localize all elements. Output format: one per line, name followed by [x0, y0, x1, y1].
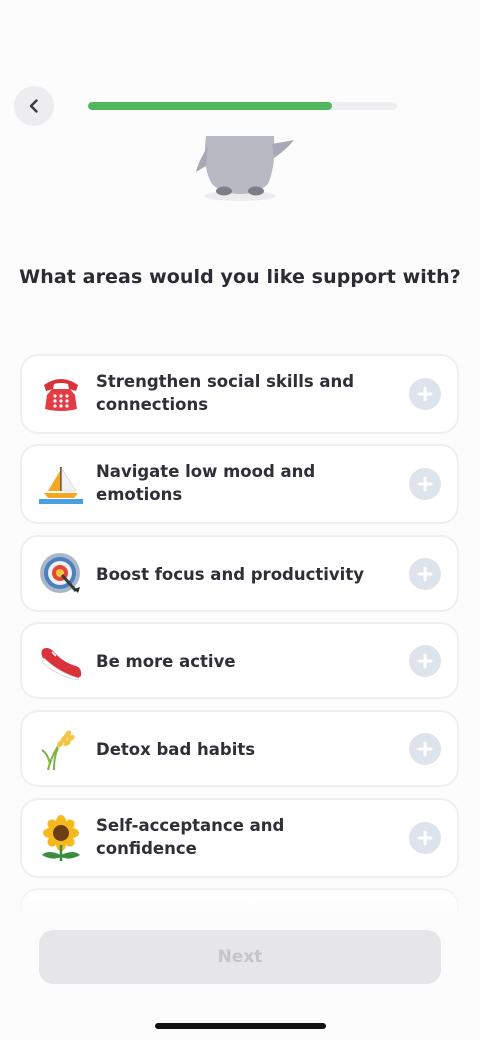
option-label-line: confidence	[96, 839, 197, 858]
add-icon[interactable]	[409, 645, 441, 677]
add-icon[interactable]	[409, 378, 441, 410]
option-self-acceptance[interactable]: Self-acceptance and confidence	[20, 798, 459, 878]
mascot-illustration	[196, 136, 294, 201]
option-low-mood[interactable]: Navigate low mood and emotions	[20, 444, 459, 524]
page-title: What areas would you like support with?	[19, 266, 461, 288]
option-label-line: Detox bad habits	[96, 740, 256, 759]
option-label: Navigate low mood and emotions	[96, 460, 387, 506]
option-social-skills[interactable]: Strengthen social skills and connections	[20, 354, 459, 434]
screen: Strengthen social skills and connections…	[0, 0, 480, 1040]
next-button[interactable]: Next	[39, 930, 441, 984]
option-label-line: Strengthen social skills and	[96, 372, 355, 391]
sunflower-icon	[42, 815, 80, 861]
option-detox[interactable]: Detox bad habits	[20, 710, 459, 787]
option-focus[interactable]: Boost focus and productivity	[20, 535, 459, 612]
option-label: Self-acceptance and confidence	[96, 814, 387, 860]
wheat-icon	[41, 730, 75, 771]
add-icon[interactable]	[409, 468, 441, 500]
option-label: Strengthen social skills and connections	[96, 370, 387, 416]
target-icon	[40, 553, 80, 593]
progress-bar	[88, 102, 397, 110]
option-label-line: Be more active	[96, 652, 236, 671]
add-icon[interactable]	[409, 822, 441, 854]
add-icon[interactable]	[409, 733, 441, 765]
scroll-fade	[0, 880, 480, 920]
add-icon[interactable]	[409, 558, 441, 590]
sneaker-icon	[41, 648, 82, 681]
telephone-icon	[44, 379, 78, 411]
option-label: Boost focus and productivity	[96, 563, 387, 586]
option-label: Detox bad habits	[96, 738, 387, 761]
option-label-line: Boost focus and productivity	[96, 565, 364, 584]
option-label-line: connections	[96, 395, 209, 414]
option-label: Be more active	[96, 650, 387, 673]
home-indicator	[155, 1023, 326, 1029]
sailboat-icon	[39, 467, 83, 504]
chevron-left-icon	[29, 99, 38, 113]
option-label-line: Navigate low mood and	[96, 462, 316, 481]
option-label-line: Self-acceptance and	[96, 816, 285, 835]
progress-fill	[88, 102, 333, 110]
option-active[interactable]: Be more active	[20, 622, 459, 699]
back-button[interactable]	[14, 86, 54, 126]
option-label-line: emotions	[96, 485, 183, 504]
